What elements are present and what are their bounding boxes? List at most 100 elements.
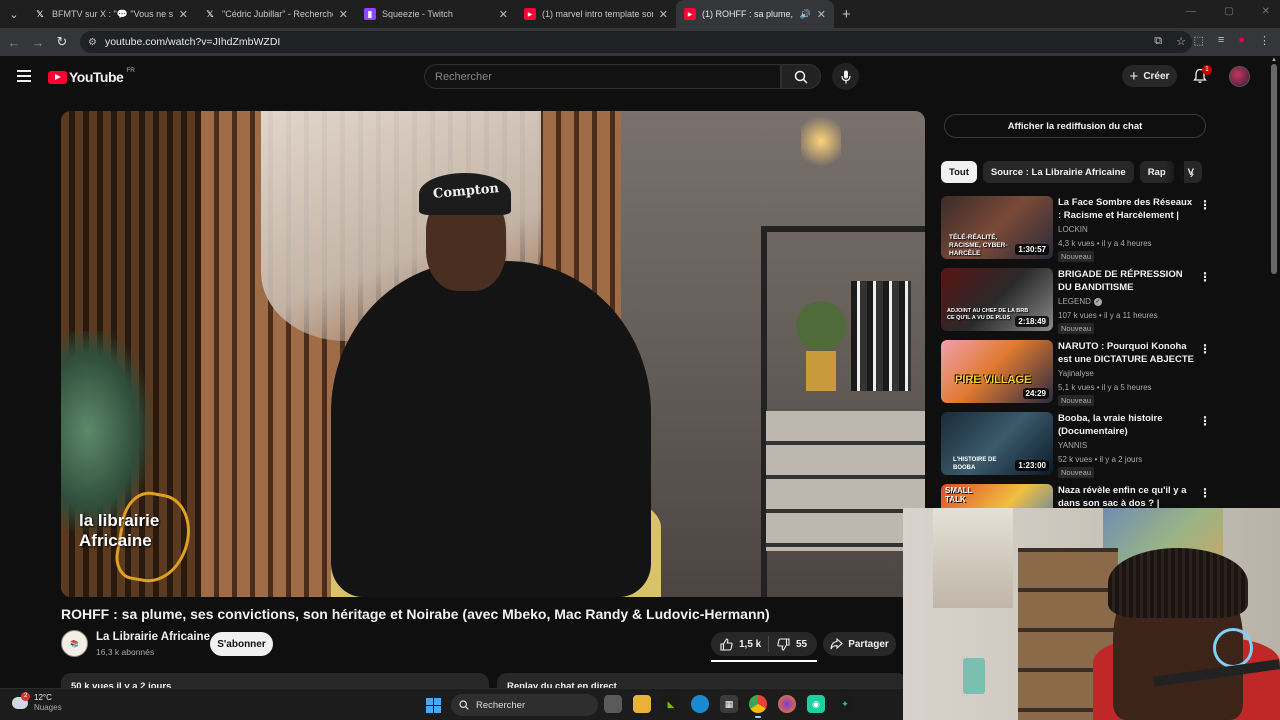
close-window-icon[interactable]: ✕ (1262, 6, 1270, 17)
scroll-up-arrow-icon[interactable]: ▲ (1271, 57, 1277, 63)
maximize-icon[interactable]: ▢ (1224, 6, 1233, 17)
video-title[interactable]: La Face Sombre des Réseaux : Racisme et … (1058, 196, 1194, 222)
video-title[interactable]: Naza révèle enfin ce qu'il y a dans son … (1058, 484, 1194, 510)
like-button[interactable]: 1,5 k (711, 636, 769, 652)
youtube-logo[interactable]: YouTube FR (48, 67, 135, 85)
close-icon[interactable]: ✕ (659, 8, 668, 21)
taskbar-apps: ◣ ▦ ◉ ✦ (604, 695, 854, 718)
video-meta: 4,3 k vues • il y a 4 heures (1058, 239, 1152, 248)
video-player[interactable]: Compton la librairie Africaine (61, 111, 925, 597)
search-button[interactable] (781, 64, 821, 89)
extensions-icon[interactable]: ⬚ (1194, 34, 1204, 47)
close-icon[interactable]: ✕ (179, 8, 188, 21)
video-thumbnail[interactable]: PIRE VILLAGE 24:29 (941, 340, 1053, 403)
search-input[interactable]: Rechercher (424, 64, 781, 89)
youtube-icon: ▶ (684, 8, 696, 20)
channel-name[interactable]: Yajinalyse (1058, 369, 1094, 378)
chevron-right-icon[interactable]: › (1182, 163, 1202, 183)
more-vert-icon[interactable]: ⋮ (1199, 342, 1211, 356)
windows-start-icon[interactable] (426, 698, 441, 713)
like-count: 1,5 k (739, 638, 762, 650)
channel-avatar[interactable]: 📚 (61, 630, 88, 657)
close-icon[interactable]: ✕ (499, 8, 508, 21)
weather-widget[interactable]: 2 12°C Nuages (12, 692, 62, 713)
page-scrollbar[interactable] (1271, 64, 1277, 274)
subscribe-button[interactable]: S'abonner (210, 632, 273, 656)
store-icon[interactable]: ▦ (720, 695, 738, 713)
new-tab-button[interactable]: + (842, 6, 851, 23)
video-title[interactable]: NARUTO : Pourquoi Konoha est une DICTATU… (1058, 340, 1194, 366)
browser-tab[interactable]: 𝕏 "Cédric Jubillar" - Recherche / X ✕ (196, 0, 356, 28)
more-vert-icon[interactable]: ⋮ (1199, 414, 1211, 428)
firefox-icon[interactable] (778, 695, 796, 713)
show-chat-replay-button[interactable]: Afficher la rediffusion du chat (944, 114, 1206, 138)
close-icon[interactable]: ✕ (817, 8, 826, 21)
notifications-button[interactable]: 1 (1192, 65, 1212, 89)
recommended-video[interactable]: PIRE VILLAGE 24:29 NARUTO : Pourquoi Kon… (941, 340, 1211, 406)
browser-tab[interactable]: ▶ (1) marvel intro template sony ✕ (516, 0, 676, 28)
channel-name[interactable]: LEGEND ✓ (1058, 297, 1102, 306)
more-vert-icon[interactable]: ⋮ (1199, 270, 1211, 284)
media-control-icon[interactable]: ≡ (1218, 34, 1224, 47)
dislike-button[interactable]: 55 (769, 637, 807, 651)
video-thumbnail[interactable]: TÉLÉ-RÉALITÉ, RACISME, CYBER-HARCÈLE 1:3… (941, 196, 1053, 259)
nvidia-icon[interactable]: ◣ (662, 695, 680, 713)
menu-icon[interactable] (17, 70, 31, 85)
video-frame-decor (806, 351, 836, 391)
video-frame-decor (766, 411, 925, 551)
channel-name[interactable]: La Librairie Africaine (96, 631, 210, 643)
create-button[interactable]: + Créer (1122, 65, 1177, 87)
xbox-icon[interactable]: ✦ (836, 695, 854, 713)
taskbar-search[interactable]: Rechercher (451, 694, 598, 716)
browser-tab[interactable]: 𝕏 BFMTV sur X : "💬 "Vous ne se ✕ (26, 0, 196, 28)
channel-name[interactable]: YANNIS (1058, 441, 1087, 450)
webcam-decor (933, 508, 1013, 608)
discord-icon[interactable]: ◉ (807, 695, 825, 713)
task-view-icon[interactable] (604, 695, 622, 713)
profile-icon[interactable]: ● (1238, 34, 1245, 47)
recommended-video[interactable]: TÉLÉ-RÉALITÉ, RACISME, CYBER-HARCÈLE 1:3… (941, 196, 1211, 262)
video-title[interactable]: Booba, la vraie histoire (Documentaire) (1058, 412, 1194, 438)
video-thumbnail[interactable]: ADJOINT AU CHEF DE LA BRB CE QU'IL A VU … (941, 268, 1053, 331)
video-duration: 1:23:00 (1015, 460, 1049, 471)
video-frame-decor (851, 281, 911, 391)
share-button[interactable]: Partager (823, 632, 896, 656)
browser-menu-icon[interactable]: ⋮ (1259, 34, 1270, 47)
browser-tab[interactable]: ▮ Squeezie - Twitch ✕ (356, 0, 516, 28)
account-avatar[interactable] (1229, 66, 1250, 87)
recommended-video[interactable]: L'HISTOIRE DE BOOBA 1:23:00 Booba, la vr… (941, 412, 1211, 478)
voice-search-button[interactable] (832, 63, 859, 90)
tab-search-icon[interactable]: ⌄ (2, 2, 26, 26)
edge-icon[interactable] (691, 695, 709, 713)
browser-tab-active[interactable]: ▶ (1) ROHFF : sa plume, ses c 🔊 ✕ (676, 0, 834, 28)
chip-all[interactable]: Tout (941, 161, 977, 183)
search-icon (794, 70, 808, 84)
reload-icon[interactable]: ↻ (50, 34, 74, 50)
cloud-icon: 2 (12, 692, 30, 709)
install-icon[interactable]: ⧉ (1154, 35, 1162, 48)
speaker-icon[interactable]: 🔊 (800, 9, 811, 20)
chrome-icon[interactable] (749, 695, 767, 718)
minimize-icon[interactable]: — (1186, 6, 1196, 17)
tab-title: Squeezie - Twitch (382, 9, 453, 19)
site-info-icon[interactable]: ⚙ (88, 37, 97, 48)
channel-name-text: YANNIS (1058, 441, 1088, 450)
webcam-decor (1108, 548, 1248, 618)
bookmark-star-icon[interactable]: ☆ (1176, 35, 1186, 48)
video-frame-decor (331, 261, 651, 597)
video-title[interactable]: BRIGADE DE RÉPRESSION DU BANDITISME (BRB… (1058, 268, 1194, 294)
recommended-video[interactable]: ADJOINT AU CHEF DE LA BRB CE QU'IL A VU … (941, 268, 1211, 334)
video-thumbnail[interactable]: L'HISTOIRE DE BOOBA 1:23:00 (941, 412, 1053, 475)
close-icon[interactable]: ✕ (339, 8, 348, 21)
chip-source[interactable]: Source : La Librairie Africaine (982, 161, 1134, 183)
forward-icon[interactable]: → (26, 35, 50, 50)
video-frame-decor (801, 111, 841, 171)
more-vert-icon[interactable]: ⋮ (1199, 486, 1211, 500)
file-explorer-icon[interactable] (633, 695, 651, 713)
plus-icon: + (1129, 67, 1139, 85)
back-icon[interactable]: ← (2, 35, 26, 50)
channel-name[interactable]: LOCKIN (1058, 225, 1088, 234)
more-vert-icon[interactable]: ⋮ (1199, 198, 1211, 212)
search-icon (459, 700, 469, 710)
url-field[interactable]: ⚙ youtube.com/watch?v=JIhdZmbWZDI ⧉ ☆ (80, 31, 1192, 53)
